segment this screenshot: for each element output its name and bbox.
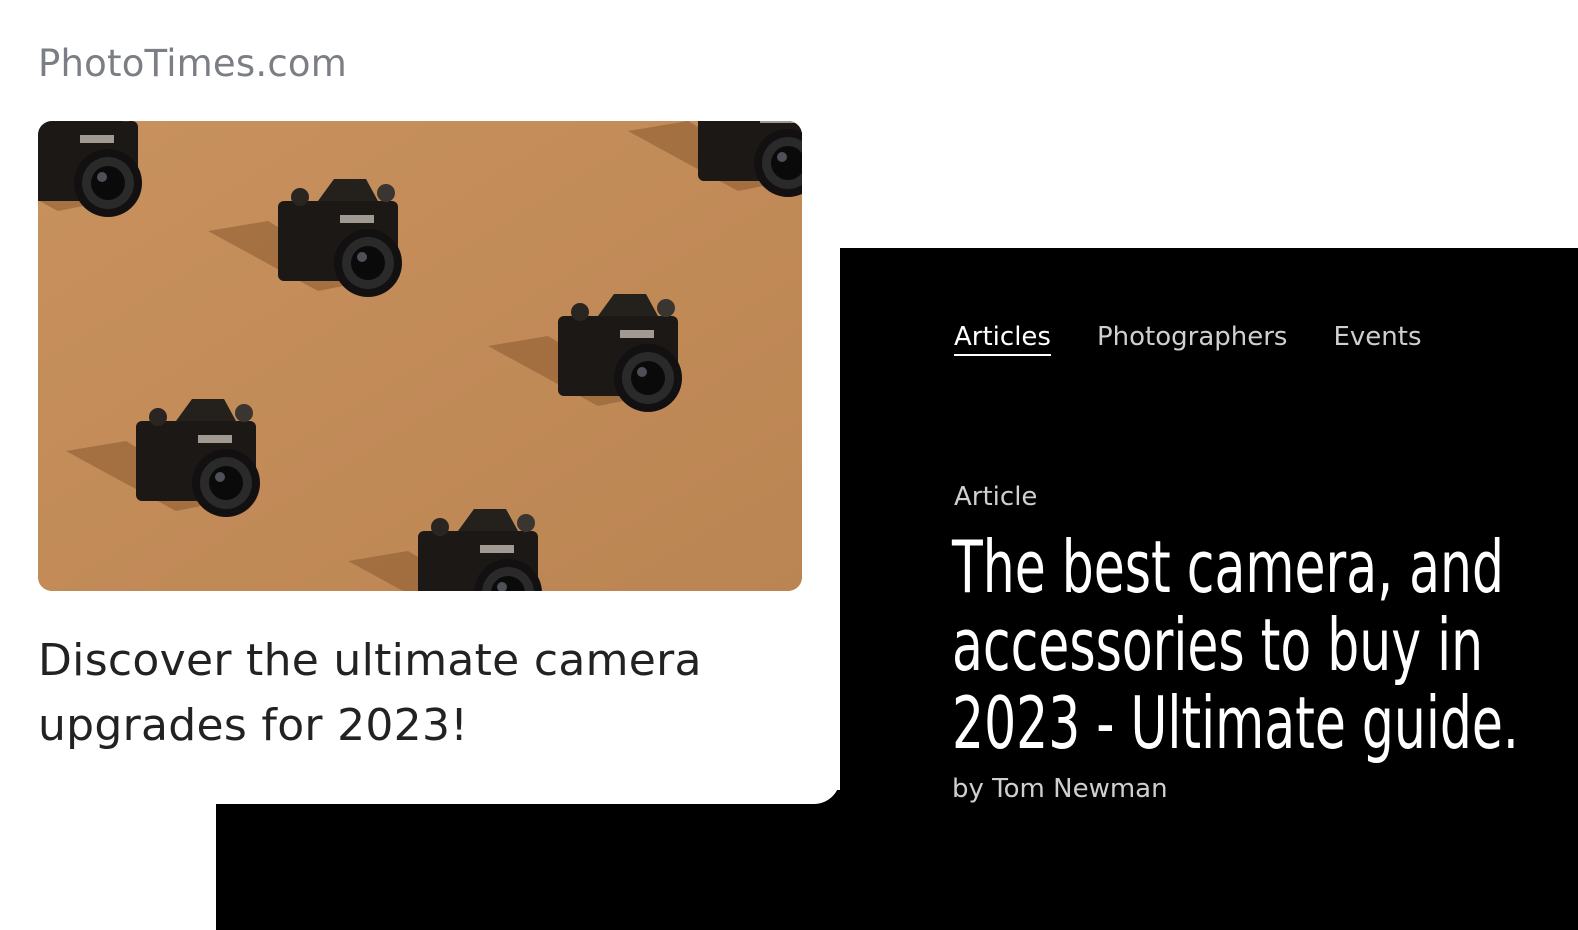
dark-panel-bottom [216, 790, 846, 930]
article-kicker: Article [954, 482, 1038, 512]
site-logo[interactable]: PhotoTimes.com [38, 42, 347, 85]
article-byline: by Tom Newman [952, 774, 1168, 804]
nav-item-articles[interactable]: Articles [954, 322, 1051, 356]
article-title-line2: accessories to buy in [952, 603, 1484, 687]
nav-item-events[interactable]: Events [1333, 322, 1421, 356]
hero-image[interactable] [38, 121, 802, 591]
article-title[interactable]: The best camera, and accessories to buy … [952, 528, 1554, 762]
feature-headline[interactable]: Discover the ultimate camera upgrades fo… [38, 628, 818, 758]
article-title-line1: The best camera, and [952, 525, 1504, 609]
feature-headline-line1: Discover the ultimate camera [38, 635, 702, 686]
article-title-line3: 2023 - Ultimate guide. [952, 681, 1519, 765]
cameras-illustration [38, 121, 802, 591]
feature-headline-line2: upgrades for 2023! [38, 700, 469, 751]
main-nav: Articles Photographers Events [954, 322, 1468, 356]
nav-item-photographers[interactable]: Photographers [1097, 322, 1288, 356]
